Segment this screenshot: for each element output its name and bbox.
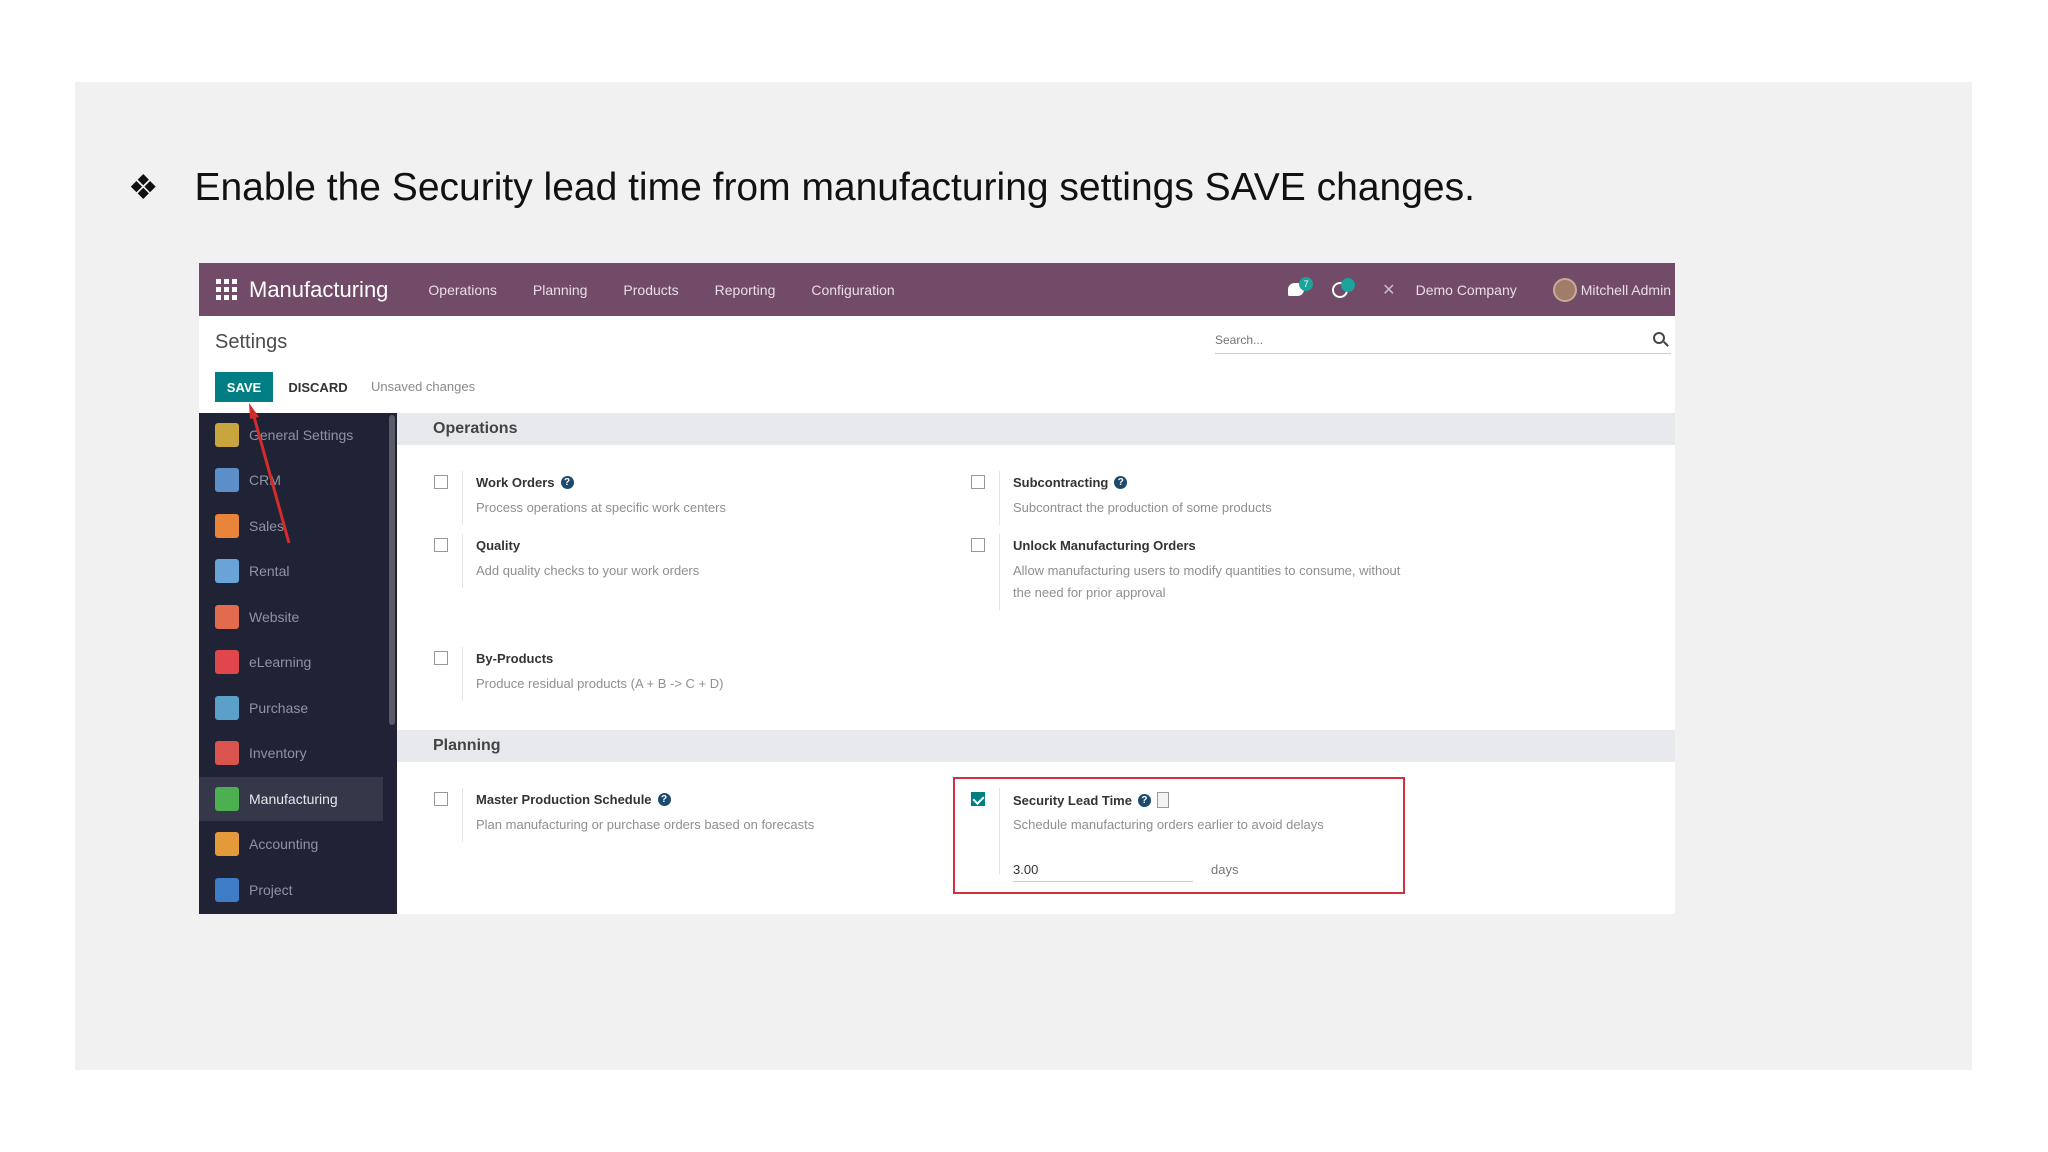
sidebar-item-project[interactable]: Project bbox=[199, 868, 383, 912]
by-products-desc: Produce residual products (A + B -> C + … bbox=[476, 676, 724, 691]
website-icon bbox=[215, 605, 239, 629]
save-button[interactable]: SAVE bbox=[215, 372, 273, 402]
divider bbox=[999, 471, 1000, 525]
red-arrow-annotation bbox=[249, 403, 291, 544]
quality-label: Quality bbox=[476, 538, 521, 553]
setting-name: Work Orders? bbox=[476, 475, 574, 490]
settings-sidebar: General Settings CRM Sales Rental Websit… bbox=[199, 413, 397, 914]
setting-name: Subcontracting? bbox=[1013, 475, 1128, 490]
divider bbox=[462, 647, 463, 701]
sidebar-item-label: Inventory bbox=[249, 745, 307, 761]
sidebar-item-elearning[interactable]: eLearning bbox=[199, 640, 383, 684]
rental-icon bbox=[215, 559, 239, 583]
app-name[interactable]: Manufacturing bbox=[249, 277, 388, 303]
unlock-mo-label: Unlock Manufacturing Orders bbox=[1013, 538, 1196, 553]
work-orders-label: Work Orders bbox=[476, 475, 555, 490]
inventory-icon bbox=[215, 741, 239, 765]
menu-products[interactable]: Products bbox=[623, 282, 678, 298]
instruction: ❖ Enable the Security lead time from man… bbox=[128, 166, 1475, 210]
discard-button[interactable]: DISCARD bbox=[279, 372, 357, 402]
mps-label: Master Production Schedule bbox=[476, 792, 652, 807]
general-settings-icon bbox=[215, 423, 239, 447]
sidebar-item-accounting[interactable]: Accounting bbox=[199, 822, 383, 866]
work-orders-desc: Process operations at specific work cent… bbox=[476, 500, 726, 515]
top-navbar: Manufacturing Operations Planning Produc… bbox=[199, 263, 1675, 316]
user-menu[interactable]: Mitchell Admin bbox=[1581, 282, 1671, 298]
sidebar-item-label: Website bbox=[249, 609, 300, 625]
sidebar-item-label: Project bbox=[249, 882, 293, 898]
project-icon bbox=[215, 878, 239, 902]
avatar[interactable] bbox=[1552, 277, 1577, 302]
unlock-mo-desc-2: the need for prior approval bbox=[1013, 585, 1166, 600]
accounting-icon bbox=[215, 832, 239, 856]
sidebar-item-purchase[interactable]: Purchase bbox=[199, 686, 383, 730]
quality-checkbox[interactable] bbox=[434, 538, 448, 552]
crm-icon bbox=[215, 468, 239, 492]
sidebar-item-inventory[interactable]: Inventory bbox=[199, 731, 383, 775]
purchase-icon bbox=[215, 696, 239, 720]
help-icon[interactable]: ? bbox=[1114, 476, 1128, 489]
sales-icon bbox=[215, 514, 239, 538]
mps-desc: Plan manufacturing or purchase orders ba… bbox=[476, 817, 815, 832]
sidebar-item-label: Purchase bbox=[249, 700, 309, 716]
help-icon[interactable]: ? bbox=[560, 476, 574, 489]
unlock-mo-desc-1: Allow manufacturing users to modify quan… bbox=[1013, 563, 1401, 578]
highlight-box bbox=[953, 777, 1405, 894]
unsaved-status: Unsaved changes bbox=[371, 379, 476, 394]
bullet-icon: ❖ bbox=[128, 169, 159, 207]
by-products-label: By-Products bbox=[476, 651, 554, 666]
messages-icon[interactable]: 7 bbox=[1288, 277, 1314, 296]
sidebar-item-rental[interactable]: Rental bbox=[199, 549, 383, 593]
sidebar-item-manufacturing[interactable]: Manufacturing bbox=[199, 777, 383, 821]
work-orders-checkbox[interactable] bbox=[434, 475, 448, 489]
sidebar-item-label: eLearning bbox=[249, 654, 312, 670]
company-switcher[interactable]: Demo Company bbox=[1416, 282, 1517, 298]
section-planning: Planning bbox=[397, 730, 1675, 762]
search-input[interactable] bbox=[1215, 328, 1635, 352]
messages-badge: 7 bbox=[1299, 277, 1314, 291]
menu-reporting[interactable]: Reporting bbox=[715, 282, 776, 298]
systray: 7 ✕ Demo Company Mitchell Admin bbox=[1274, 263, 1671, 316]
subcontracting-label: Subcontracting bbox=[1013, 475, 1109, 490]
sidebar-item-label: Rental bbox=[249, 563, 290, 579]
top-menu: Operations Planning Products Reporting C… bbox=[410, 282, 912, 298]
sidebar-scrollbar[interactable] bbox=[389, 415, 395, 725]
divider bbox=[462, 534, 463, 588]
divider bbox=[999, 534, 1000, 610]
sidebar-item-website[interactable]: Website bbox=[199, 595, 383, 639]
by-products-checkbox[interactable] bbox=[434, 651, 448, 665]
sidebar-item-label: Manufacturing bbox=[249, 791, 338, 807]
odoo-screenshot: Manufacturing Operations Planning Produc… bbox=[199, 263, 1675, 914]
quality-desc: Add quality checks to your work orders bbox=[476, 563, 700, 578]
manufacturing-icon bbox=[215, 787, 239, 811]
activities-icon[interactable] bbox=[1332, 277, 1356, 298]
divider bbox=[462, 471, 463, 525]
elearning-icon bbox=[215, 650, 239, 674]
search-icon[interactable] bbox=[1653, 332, 1665, 344]
menu-planning[interactable]: Planning bbox=[533, 282, 588, 298]
page-title: Settings bbox=[215, 331, 288, 353]
mps-checkbox[interactable] bbox=[434, 792, 448, 806]
sidebar-item-label: Accounting bbox=[249, 836, 319, 852]
menu-operations[interactable]: Operations bbox=[428, 282, 496, 298]
menu-configuration[interactable]: Configuration bbox=[811, 282, 894, 298]
unlock-mo-checkbox[interactable] bbox=[971, 538, 985, 552]
activities-badge bbox=[1341, 277, 1356, 292]
close-icon[interactable]: ✕ bbox=[1382, 280, 1395, 300]
instruction-text: Enable the Security lead time from manuf… bbox=[194, 166, 1475, 209]
subcontracting-desc: Subcontract the production of some produ… bbox=[1013, 500, 1272, 515]
section-operations: Operations bbox=[397, 413, 1675, 445]
help-icon[interactable]: ? bbox=[657, 793, 671, 806]
subcontracting-checkbox[interactable] bbox=[971, 475, 985, 489]
setting-name: Master Production Schedule? bbox=[476, 792, 671, 807]
divider bbox=[462, 788, 463, 842]
search-box bbox=[1215, 328, 1671, 354]
apps-grid-icon[interactable] bbox=[215, 279, 237, 301]
